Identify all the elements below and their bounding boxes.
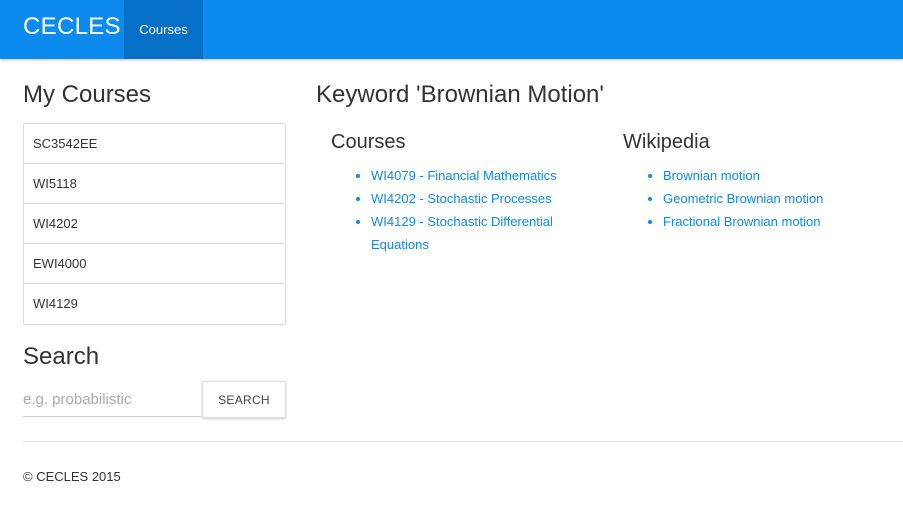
brand-logo[interactable]: CECLES	[23, 13, 121, 41]
wikipedia-link[interactable]: Brownian motion	[663, 168, 760, 183]
course-list-item[interactable]: SC3542EE	[24, 124, 285, 164]
list-item: WI4079 - Financial Mathematics	[371, 164, 586, 187]
wikipedia-link[interactable]: Geometric Brownian motion	[663, 191, 823, 206]
course-link[interactable]: WI4202 - Stochastic Processes	[371, 191, 552, 206]
course-results-list: WI4079 - Financial Mathematics WI4202 - …	[371, 164, 586, 256]
list-item: Geometric Brownian motion	[663, 187, 883, 210]
nav-tab-courses[interactable]: Courses	[124, 0, 203, 59]
course-list-item[interactable]: WI5118	[24, 164, 285, 204]
search-title: Search	[23, 343, 100, 370]
page-title: Keyword 'Brownian Motion'	[316, 81, 604, 108]
course-list-item[interactable]: WI4202	[24, 204, 285, 244]
list-item: Brownian motion	[663, 164, 883, 187]
course-list-item[interactable]: WI4129	[24, 284, 285, 324]
footer-copyright: © CECLES 2015	[23, 469, 121, 484]
course-link[interactable]: WI4079 - Financial Mathematics	[371, 168, 557, 183]
footer-divider	[23, 441, 903, 442]
courses-heading: Courses	[331, 131, 406, 153]
wikipedia-results-list: Brownian motion Geometric Brownian motio…	[663, 164, 883, 233]
wikipedia-link[interactable]: Fractional Brownian motion	[663, 214, 821, 229]
search-input[interactable]	[23, 382, 201, 417]
my-courses-title: My Courses	[23, 81, 152, 108]
list-item: WI4202 - Stochastic Processes	[371, 187, 586, 210]
wikipedia-heading: Wikipedia	[623, 131, 710, 153]
list-item: WI4129 - Stochastic Differential Equatio…	[371, 210, 586, 256]
search-button[interactable]: SEARCH	[202, 381, 286, 418]
course-link[interactable]: WI4129 - Stochastic Differential Equatio…	[371, 214, 553, 252]
my-courses-list: SC3542EE WI5118 WI4202 EWI4000 WI4129	[23, 123, 286, 325]
list-item: Fractional Brownian motion	[663, 210, 883, 233]
top-navbar: CECLES Courses	[0, 0, 903, 59]
course-list-item[interactable]: EWI4000	[24, 244, 285, 284]
